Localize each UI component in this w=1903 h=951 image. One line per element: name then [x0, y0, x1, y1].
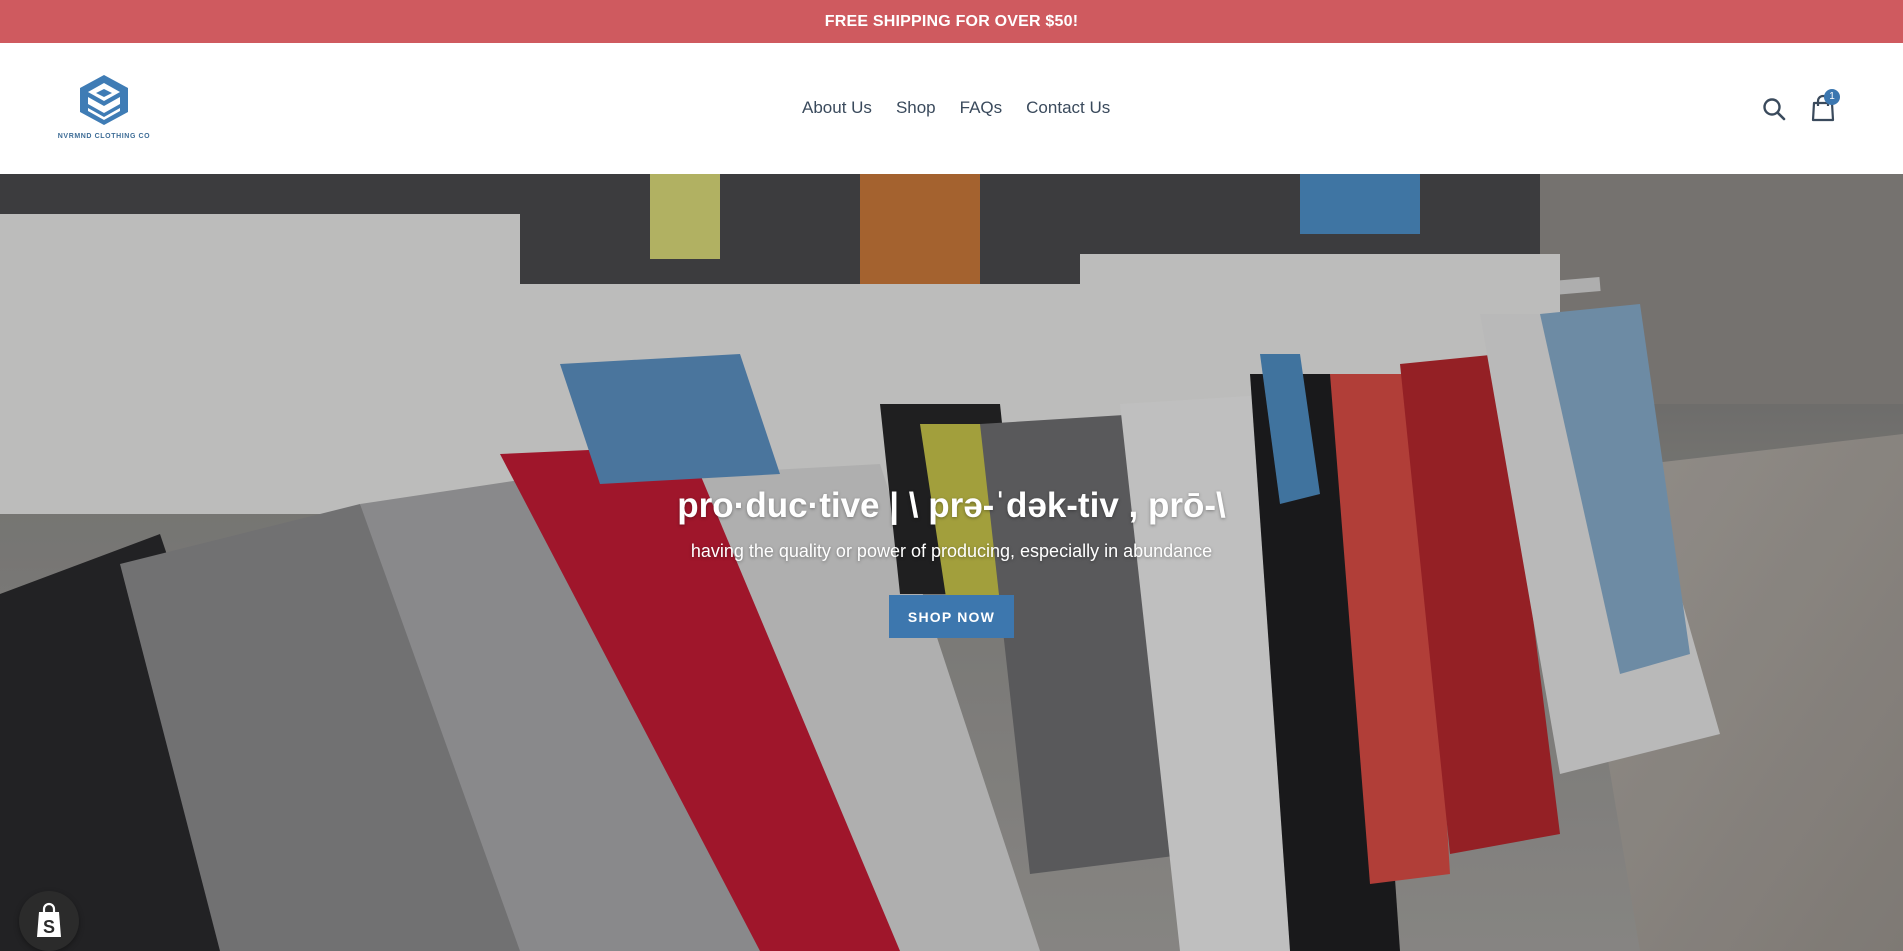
- logo-icon: [80, 75, 128, 125]
- svg-text:S: S: [43, 917, 55, 937]
- announcement-bar: FREE SHIPPING FOR OVER $50!: [0, 0, 1903, 43]
- nav-link-contact-us[interactable]: Contact Us: [1014, 93, 1122, 123]
- store-logo-link[interactable]: NVRMND CLOTHING CO: [52, 73, 156, 149]
- hero-subtitle: having the quality or power of producing…: [690, 541, 1213, 561]
- site-header: NVRMND CLOTHING CO About Us Shop FAQs Co…: [0, 43, 1903, 174]
- shopify-badge[interactable]: S: [19, 891, 79, 951]
- hero-title: pro·duc·tive | \ prə-ˈdək-tiv , prō-\: [677, 486, 1226, 525]
- shop-now-button[interactable]: SHOP NOW: [889, 595, 1014, 638]
- nav-link-shop[interactable]: Shop: [884, 93, 948, 123]
- main-navigation: About Us Shop FAQs Contact Us: [790, 93, 1122, 123]
- cart-count-badge: 1: [1824, 89, 1840, 105]
- logo-text: NVRMND CLOTHING CO: [57, 133, 151, 140]
- nav-link-about-us[interactable]: About Us: [790, 93, 884, 123]
- announcement-text: FREE SHIPPING FOR OVER $50!: [824, 12, 1079, 30]
- hero-banner: pro·duc·tive | \ prə-ˈdək-tiv , prō-\ ha…: [0, 174, 1903, 951]
- nav-link-faqs[interactable]: FAQs: [948, 93, 1015, 123]
- hero-overlay: [0, 174, 1903, 951]
- search-button[interactable]: [1760, 95, 1788, 123]
- shopify-bag-icon: S: [37, 902, 61, 937]
- search-icon: [1763, 98, 1786, 121]
